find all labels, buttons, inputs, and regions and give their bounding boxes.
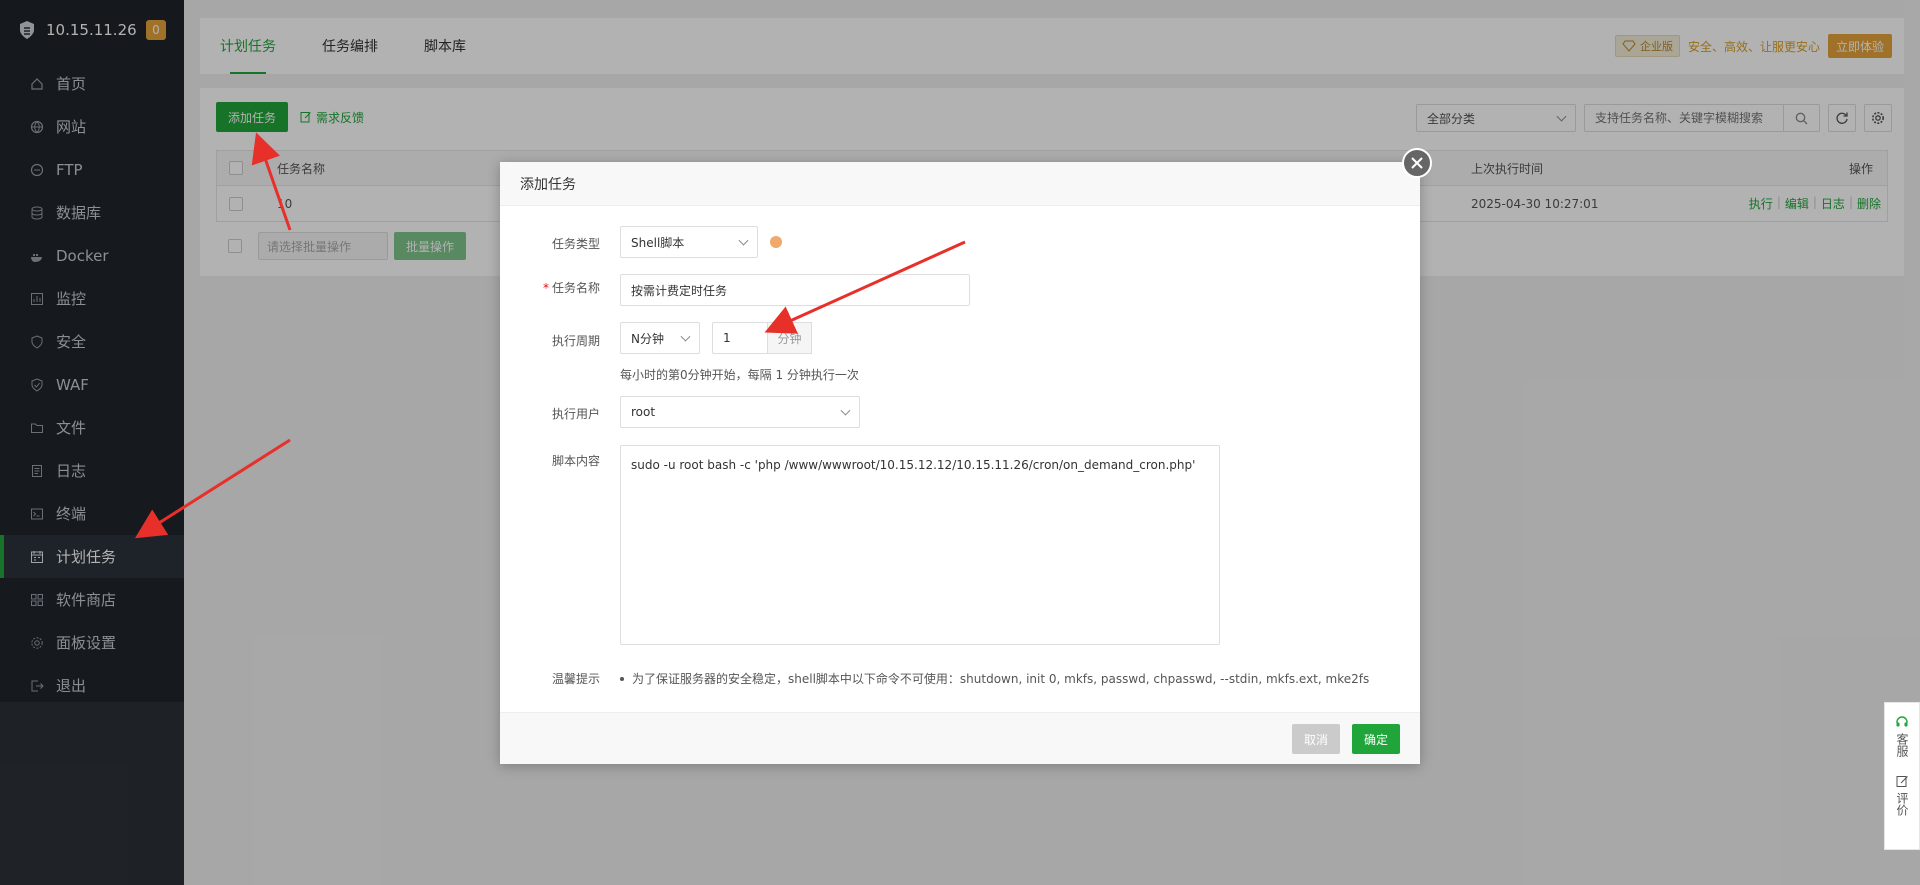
period-type-select[interactable]: N分钟 <box>620 322 700 354</box>
dialog-footer: 取消 确定 <box>500 712 1420 764</box>
run-user-label: 执行用户 <box>551 407 600 421</box>
period-label: 执行周期 <box>551 334 600 348</box>
task-name-label-text: 任务名称 <box>551 281 600 295</box>
script-textarea[interactable]: sudo -u root bash -c 'php /www/wwwroot/1… <box>620 445 1220 645</box>
dialog-title: 添加任务 <box>500 162 1420 206</box>
cancel-button[interactable]: 取消 <box>1291 724 1340 754</box>
run-user-value: root <box>631 405 656 419</box>
task-type-value: Shell脚本 <box>631 235 685 250</box>
task-name-label: * 任务名称 <box>542 281 600 295</box>
script-label: 脚本内容 <box>551 454 600 468</box>
edit-note-icon <box>1896 776 1908 787</box>
customer-service-label: 客服 <box>1895 733 1909 757</box>
close-button[interactable] <box>1402 148 1432 178</box>
review-label: 评价 <box>1895 792 1909 816</box>
task-type-select[interactable]: Shell脚本 <box>620 226 758 258</box>
headset-icon <box>1896 716 1908 727</box>
chevron-down-icon <box>738 235 749 246</box>
review-button[interactable]: 评价 <box>1895 775 1909 816</box>
confirm-button[interactable]: 确定 <box>1351 724 1400 754</box>
period-unit: 分钟 <box>768 322 812 354</box>
tip-content: 为了保证服务器的安全稳定，shell脚本中以下命令不可使用：shutdown, … <box>632 672 1370 686</box>
chevron-down-icon <box>680 331 691 342</box>
chevron-down-icon <box>840 405 851 416</box>
period-hint: 每小时的第0分钟开始，每隔 1 分钟执行一次 <box>620 368 859 382</box>
tip-text: 为了保证服务器的安全稳定，shell脚本中以下命令不可使用：shutdown, … <box>620 670 1369 687</box>
task-name-input[interactable]: 按需计费定时任务 <box>620 274 970 306</box>
period-minutes-input[interactable]: 1 <box>712 322 768 354</box>
help-icon[interactable] <box>770 236 782 248</box>
floating-side-tools: 客服 评价 <box>1884 702 1920 850</box>
customer-service-button[interactable]: 客服 <box>1895 715 1909 757</box>
period-type-value: N分钟 <box>631 331 664 346</box>
add-task-dialog: 添加任务 任务类型 Shell脚本 * 任务名称 按需计费定时任务 执行周期 N分… <box>500 148 1432 764</box>
close-icon <box>1411 157 1423 169</box>
run-user-select[interactable]: root <box>620 396 860 428</box>
task-type-label: 任务类型 <box>551 237 600 251</box>
tip-label: 温馨提示 <box>551 672 600 686</box>
